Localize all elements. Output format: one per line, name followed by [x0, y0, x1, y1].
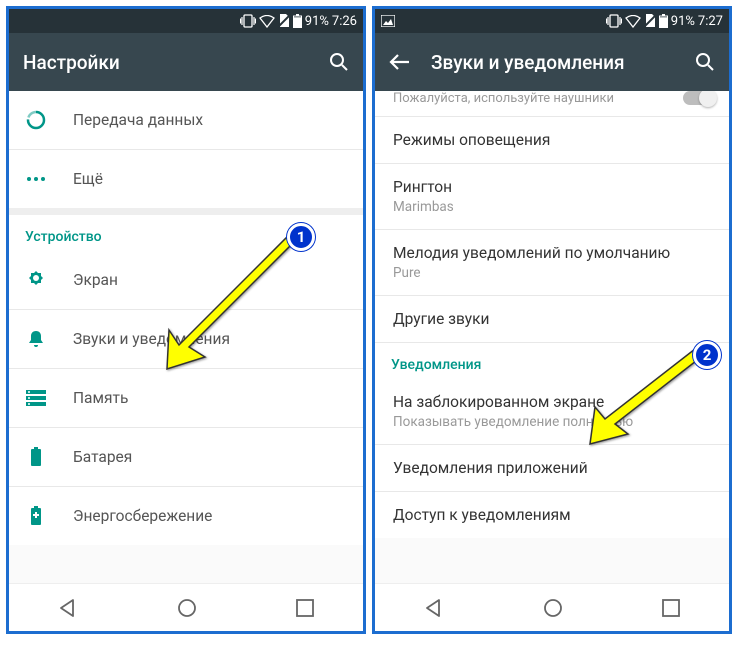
- item-label: Другие звуки: [393, 310, 711, 328]
- no-sim-icon: [644, 14, 656, 28]
- settings-list: Передача данных Ещё Устройство Экран Зву…: [9, 91, 363, 583]
- item-more[interactable]: Ещё: [9, 150, 363, 208]
- item-ringtone[interactable]: Рингтон Marimbas: [375, 164, 729, 229]
- battery-icon: [293, 14, 302, 28]
- item-label: Мелодия уведомлений по умолчанию: [393, 244, 711, 262]
- item-label: Доступ к уведомлениям: [393, 506, 711, 524]
- clock: 7:27: [698, 14, 723, 29]
- battery-percent: 91%: [671, 14, 695, 29]
- back-button[interactable]: [424, 598, 444, 618]
- item-label: На заблокированном экране: [393, 393, 711, 411]
- toggle-switch[interactable]: [683, 91, 717, 111]
- home-button[interactable]: [177, 598, 197, 618]
- item-battery[interactable]: Батарея: [9, 428, 363, 486]
- item-subtitle: Пожалуйста, используйте наушники: [393, 91, 711, 106]
- screenshot-icon: [381, 15, 395, 27]
- power-saving-icon: [25, 506, 47, 526]
- wifi-icon: [625, 15, 641, 28]
- page-title: Звуки и уведомления: [431, 51, 673, 74]
- item-label: Звуки и уведомления: [73, 330, 347, 348]
- recents-button[interactable]: [662, 599, 680, 617]
- nav-bar: [9, 583, 363, 631]
- app-bar: Настройки: [9, 33, 363, 91]
- item-value: Pure: [393, 265, 711, 281]
- section-divider: [9, 208, 363, 215]
- search-icon[interactable]: [329, 52, 349, 72]
- item-label: Энергосбережение: [73, 507, 347, 525]
- item-label: Экран: [73, 271, 347, 289]
- back-arrow-icon[interactable]: [389, 53, 409, 71]
- recents-button[interactable]: [296, 599, 314, 617]
- vibrate-icon: [606, 14, 622, 28]
- item-app-notifications[interactable]: Уведомления приложений: [375, 445, 729, 491]
- app-bar: Звуки и уведомления: [375, 33, 729, 91]
- storage-icon: [25, 390, 47, 406]
- bell-icon: [25, 329, 47, 349]
- clock: 7:26: [332, 14, 357, 29]
- sound-settings-list: Пожалуйста, используйте наушники Режимы …: [375, 91, 729, 583]
- no-sim-icon: [278, 14, 290, 28]
- wifi-icon: [259, 15, 275, 28]
- item-power-saving[interactable]: Энергосбережение: [9, 487, 363, 545]
- item-label: Рингтон: [393, 178, 711, 196]
- item-display[interactable]: Экран: [9, 251, 363, 309]
- item-notification-sound[interactable]: Мелодия уведомлений по умолчанию Pure: [375, 230, 729, 295]
- item-label: Передача данных: [73, 111, 347, 129]
- home-button[interactable]: [543, 598, 563, 618]
- item-sound[interactable]: Звуки и уведомления: [9, 310, 363, 368]
- brightness-icon: [25, 270, 47, 290]
- item-label: Память: [73, 389, 347, 407]
- status-bar: 91% 7:26: [9, 9, 363, 33]
- nav-bar: [375, 583, 729, 631]
- item-label: Ещё: [73, 170, 347, 188]
- settings-screen: 91% 7:26 Настройки Передача данных Ещё У…: [6, 6, 366, 634]
- item-alert-modes[interactable]: Режимы оповещения: [375, 117, 729, 163]
- back-button[interactable]: [58, 598, 78, 618]
- section-notifications-header: Уведомления: [375, 343, 729, 379]
- item-label: Уведомления приложений: [393, 459, 711, 477]
- page-title: Настройки: [23, 51, 307, 74]
- item-storage[interactable]: Память: [9, 369, 363, 427]
- item-lockscreen-notifications[interactable]: На заблокированном экране Показывать уве…: [375, 379, 729, 444]
- item-truncated[interactable]: Пожалуйста, используйте наушники: [375, 91, 729, 116]
- search-icon[interactable]: [695, 52, 715, 72]
- item-notification-access[interactable]: Доступ к уведомлениям: [375, 492, 729, 538]
- battery-percent: 91%: [305, 14, 329, 29]
- battery-icon: [25, 447, 47, 467]
- section-device-header: Устройство: [9, 215, 363, 251]
- battery-icon: [659, 14, 668, 28]
- item-value: Marimbas: [393, 199, 711, 215]
- item-label: Режимы оповещения: [393, 131, 711, 149]
- item-data-usage[interactable]: Передача данных: [9, 91, 363, 149]
- item-other-sounds[interactable]: Другие звуки: [375, 296, 729, 342]
- vibrate-icon: [240, 14, 256, 28]
- sound-settings-screen: 91% 7:27 Звуки и уведомления Пожалуйста,…: [372, 6, 732, 634]
- item-value: Показывать уведомление полностью: [393, 414, 711, 430]
- status-bar: 91% 7:27: [375, 9, 729, 33]
- item-label: Батарея: [73, 448, 347, 466]
- data-usage-icon: [25, 110, 47, 130]
- more-icon: [25, 176, 47, 182]
